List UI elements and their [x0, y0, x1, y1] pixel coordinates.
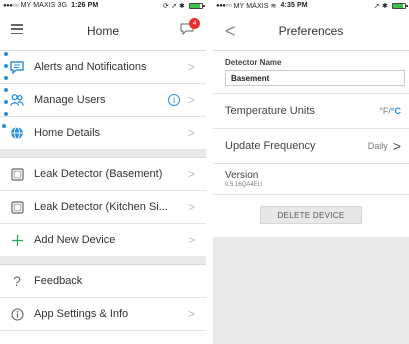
status-bar: ●●●○○ MY MAXIS ≋ 4:35 PM ➚ ✱: [213, 0, 409, 11]
status-time: 4:35 PM: [280, 2, 308, 9]
hamburger-menu-icon[interactable]: [11, 24, 23, 34]
chevron-right-icon: >: [187, 200, 195, 214]
detector-name-label: Detector Name: [225, 58, 282, 67]
battery-icon: [392, 2, 408, 9]
status-icons: ➚ ✱: [374, 2, 408, 10]
carrier-name: MY MAXIS ≋: [233, 2, 277, 10]
temperature-units-label: Temperature Units: [225, 105, 315, 117]
delete-device-button[interactable]: DELETE DEVICE: [260, 206, 362, 224]
chevron-right-icon: >: [392, 138, 401, 154]
status-icons: ⟳ ➚ ✱: [163, 2, 205, 10]
empty-area: [213, 237, 409, 344]
menu-item-label: Add New Device: [34, 234, 116, 246]
update-frequency-row[interactable]: Update Frequency Daily >: [213, 129, 409, 164]
notification-badge: 4: [189, 18, 200, 29]
device-square-icon: [10, 167, 24, 181]
chevron-right-icon: >: [187, 167, 195, 181]
carrier-name: MY MAXIS 3G: [20, 2, 68, 9]
status-bar: ●●●○○ MY MAXIS 3G 1:26 PM ⟳ ➚ ✱: [0, 0, 206, 11]
temperature-units-row[interactable]: Temperature Units °F/°C: [213, 94, 409, 129]
detector-name-field[interactable]: Basement: [225, 70, 405, 86]
chevron-right-icon: >: [187, 307, 195, 321]
section-divider: [0, 150, 206, 158]
nav-bar: < Preferences: [213, 11, 409, 51]
version-section: Version 0.5.16QA4EU: [213, 164, 409, 195]
dotted-guide-line: [2, 50, 18, 140]
delete-area: DELETE DEVICE: [213, 195, 409, 235]
signal-dots: ●●●○○: [3, 2, 19, 9]
menu-item-leak-detector-kitchen[interactable]: Leak Detector (Kitchen Si... >: [0, 191, 206, 224]
chevron-right-icon: >: [187, 93, 195, 107]
detector-name-section: Detector Name Basement: [213, 51, 409, 94]
device-square-icon: [10, 200, 24, 214]
menu-item-leak-detector-basement[interactable]: Leak Detector (Basement) >: [0, 158, 206, 191]
menu-item-home-details[interactable]: Home Details >: [0, 117, 206, 150]
page-title: Preferences: [278, 23, 344, 38]
menu-item-label: App Settings & Info: [34, 308, 129, 320]
menu-item-alerts[interactable]: Alerts and Notifications >: [0, 51, 206, 84]
menu-item-add-new-device[interactable]: Add New Device >: [0, 224, 206, 257]
chevron-right-icon: >: [187, 60, 195, 74]
version-label: Version: [225, 170, 259, 181]
signal-dots: ●●●○○: [216, 2, 232, 9]
temperature-units-toggle[interactable]: °F/°C: [379, 106, 409, 116]
battery-icon: [189, 2, 205, 9]
menu-item-label: Leak Detector (Basement): [34, 168, 163, 180]
menu-item-app-settings[interactable]: App Settings & Info >: [0, 298, 206, 331]
plus-icon: [10, 233, 24, 247]
wifi-icon: ≋: [270, 2, 277, 10]
version-value: 0.5.16QA4EU: [225, 182, 263, 188]
section-divider: [0, 257, 206, 265]
menu-item-label: Alerts and Notifications: [34, 61, 147, 73]
menu-item-feedback[interactable]: ? Feedback: [0, 265, 206, 298]
preferences-screen: ●●●○○ MY MAXIS ≋ 4:35 PM ➚ ✱ < Preferenc…: [213, 0, 409, 344]
nav-bar: Home 4: [0, 11, 206, 51]
home-screen: ●●●○○ MY MAXIS 3G 1:26 PM ⟳ ➚ ✱ Home 4 A…: [0, 0, 206, 344]
back-chevron-icon[interactable]: <: [225, 22, 236, 40]
question-icon: ?: [13, 273, 21, 289]
update-frequency-label: Update Frequency: [225, 140, 316, 152]
info-tooltip-icon[interactable]: i: [167, 94, 180, 106]
update-frequency-value[interactable]: Daily >: [368, 138, 409, 154]
chevron-right-icon: >: [187, 126, 195, 140]
info-icon: [10, 307, 24, 321]
chevron-right-icon: >: [187, 233, 195, 247]
menu-item-label: Feedback: [34, 275, 83, 287]
status-time: 1:26 PM: [71, 2, 99, 9]
menu-item-label: Manage Users: [34, 94, 106, 106]
menu-item-label: Home Details: [34, 127, 101, 139]
menu-item-label: Leak Detector (Kitchen Si...: [34, 201, 168, 213]
page-title: Home: [86, 23, 119, 38]
menu-item-manage-users[interactable]: Manage Users i >: [0, 84, 206, 117]
